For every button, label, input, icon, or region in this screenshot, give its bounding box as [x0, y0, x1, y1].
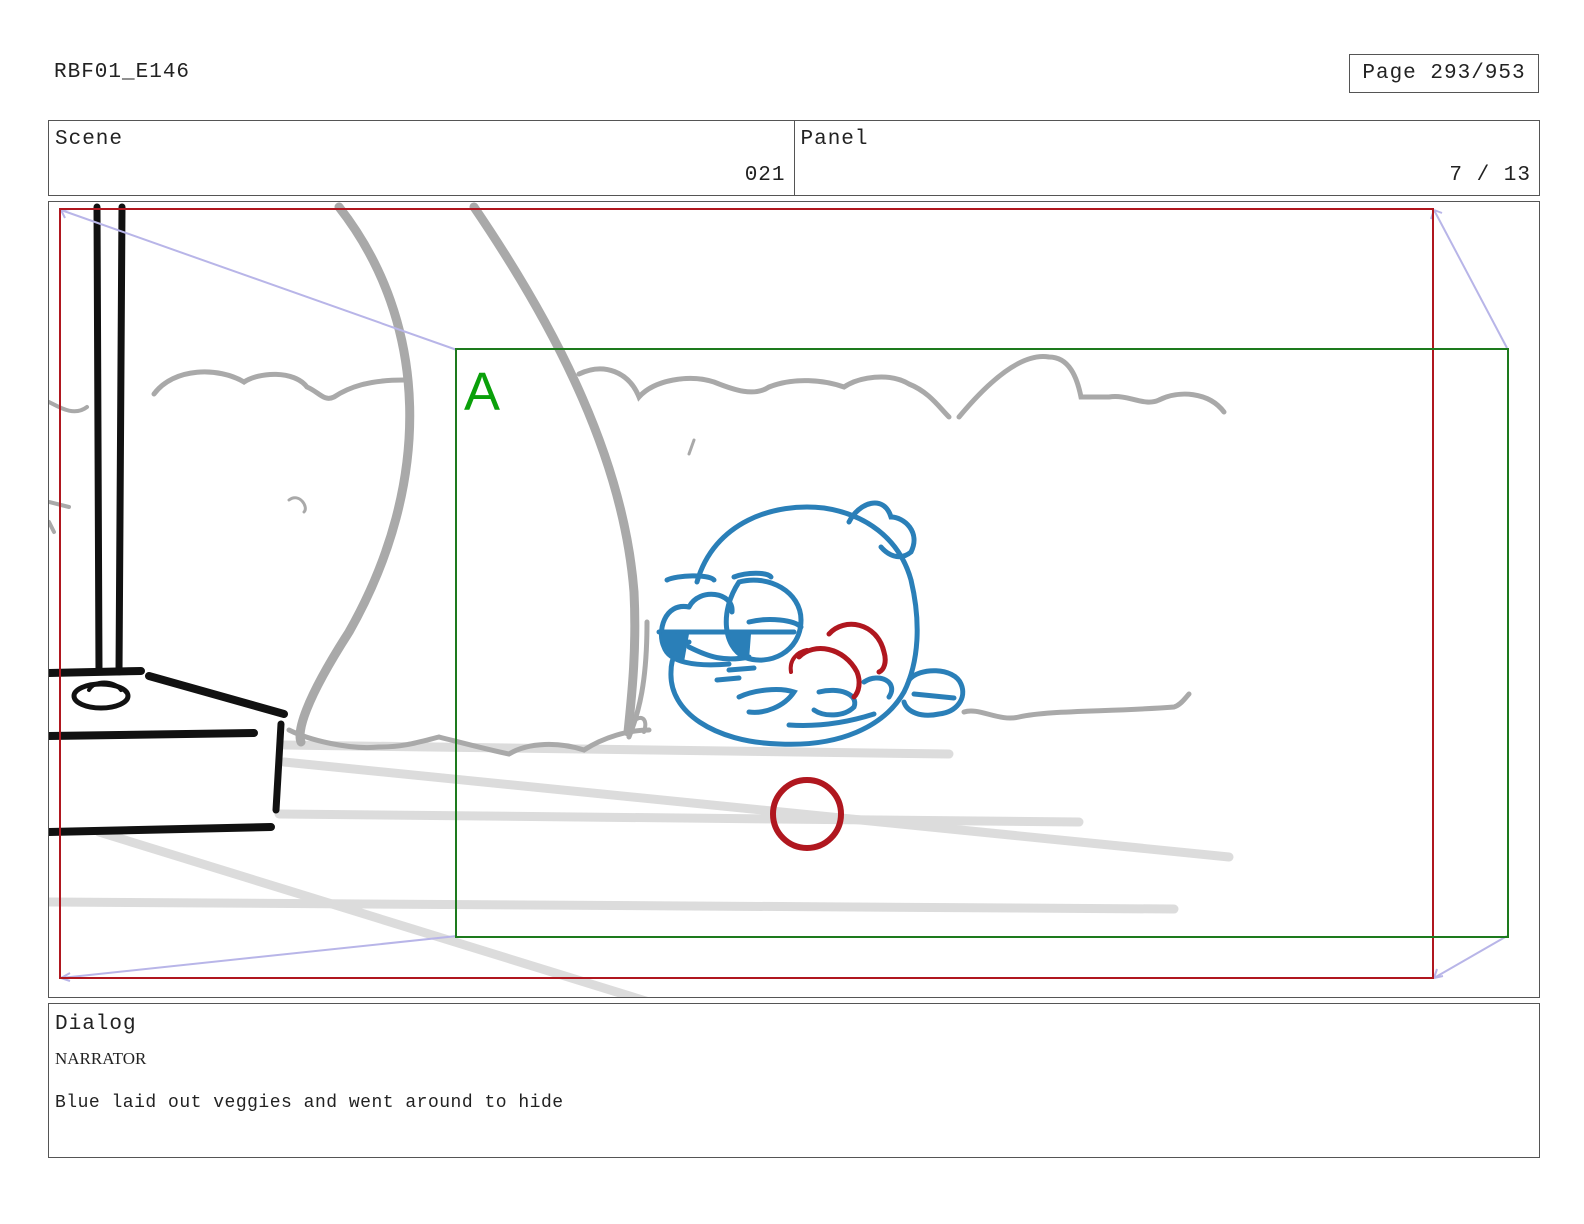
dialog-box: Dialog NARRATOR Blue laid out veggies an…: [48, 1003, 1540, 1158]
storyboard-panel: A: [48, 201, 1540, 998]
storyboard-drawing: A: [49, 202, 1509, 997]
dialog-speaker: NARRATOR: [55, 1049, 147, 1068]
pole-and-stand: [49, 203, 288, 836]
tree-trunks: [295, 202, 650, 747]
panel-cell: Panel 7 / 13: [793, 121, 1540, 195]
scene-label: Scene: [55, 128, 124, 151]
end-frame-green: [455, 348, 1509, 938]
page-indicator-text: Page 293/953: [1362, 62, 1526, 85]
scene-number: 021: [744, 164, 786, 187]
page-indicator: Page 293/953: [1349, 54, 1539, 93]
document-id: RBF01_E146: [54, 61, 191, 84]
start-frame-red: [59, 208, 1434, 979]
panel-label: Panel: [800, 128, 869, 151]
camera-move-arrows: [60, 208, 1508, 982]
scene-cell: Scene 021: [49, 121, 794, 195]
camera-label: A: [464, 362, 500, 422]
floor-lines: [49, 740, 1234, 997]
panel-number: 7 / 13: [1449, 164, 1531, 187]
scene-panel-info: Scene 021 Panel 7 / 13: [48, 120, 1540, 196]
blue-character: [656, 500, 966, 747]
dialog-line: Blue laid out veggies and went around to…: [55, 1093, 564, 1113]
dialog-label: Dialog: [55, 1013, 137, 1036]
